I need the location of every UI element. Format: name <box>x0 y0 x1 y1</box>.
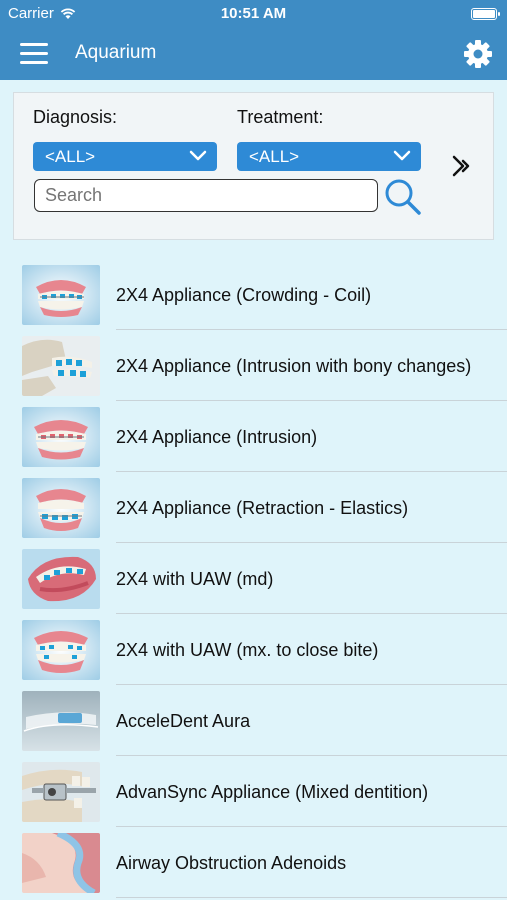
status-time: 10:51 AM <box>220 5 287 22</box>
search-input[interactable] <box>34 179 378 212</box>
status-bar: Carrier 10:51 AM <box>0 0 507 28</box>
chevron-down-icon <box>189 150 207 161</box>
list-item[interactable]: 2X4 Appliance (Intrusion with bony chang… <box>22 330 507 401</box>
nav-bar: Aquarium <box>0 28 507 80</box>
airway-thumbnail <box>22 833 100 893</box>
list-item[interactable]: 2X4 with UAW (md) <box>22 543 507 614</box>
treatment-dropdown[interactable]: <ALL> <box>237 142 421 171</box>
list-item-label: 2X4 with UAW (mx. to close bite) <box>116 639 379 660</box>
page-title: Aquarium <box>75 42 157 63</box>
list-item-label: 2X4 with UAW (md) <box>116 568 274 589</box>
treatment-label: Treatment: <box>237 107 324 127</box>
treatment-value: <ALL> <box>249 147 300 166</box>
divider <box>116 897 507 898</box>
list-item-label: 2X4 Appliance (Retraction - Elastics) <box>116 497 409 518</box>
list-item[interactable]: 2X4 Appliance (Retraction - Elastics) <box>22 472 507 543</box>
teeth-braces-thumbnail <box>22 478 100 538</box>
teeth-braces-thumbnail <box>22 407 100 467</box>
hamburger-menu-icon[interactable] <box>20 41 48 67</box>
list-item-label: AcceleDent Aura <box>116 710 251 731</box>
list-item[interactable]: AdvanSync Appliance (Mixed dentition) <box>22 756 507 827</box>
device-thumbnail <box>22 691 100 751</box>
open-mouth-thumbnail <box>22 549 100 609</box>
list-item[interactable]: AcceleDent Aura <box>22 685 507 756</box>
skull-braces-thumbnail <box>22 336 100 396</box>
treatment-list: 2X4 Appliance (Crowding - Coil) 2X4 Appl… <box>22 259 507 898</box>
appliance-hardware-thumbnail <box>22 762 100 822</box>
chevron-down-icon <box>393 150 411 161</box>
list-item[interactable]: 2X4 Appliance (Crowding - Coil) <box>22 259 507 330</box>
list-item-label: 2X4 Appliance (Intrusion) <box>116 426 318 447</box>
list-item[interactable]: 2X4 Appliance (Intrusion) <box>22 401 507 472</box>
list-item[interactable]: Airway Obstruction Adenoids <box>22 827 507 898</box>
list-item[interactable]: 2X4 with UAW (mx. to close bite) <box>22 614 507 685</box>
battery-icon <box>471 8 500 20</box>
diagnosis-dropdown[interactable]: <ALL> <box>33 142 217 171</box>
diagnosis-value: <ALL> <box>45 147 96 166</box>
list-item-label: 2X4 Appliance (Crowding - Coil) <box>116 284 372 305</box>
double-chevron-right-icon[interactable] <box>450 153 478 179</box>
search-icon[interactable] <box>383 177 423 217</box>
list-item-label: AdvanSync Appliance (Mixed dentition) <box>116 781 429 802</box>
diagnosis-label: Diagnosis: <box>33 107 118 127</box>
teeth-braces-thumbnail <box>22 620 100 680</box>
list-item-label: 2X4 Appliance (Intrusion with bony chang… <box>116 355 472 376</box>
gear-icon[interactable] <box>463 39 493 69</box>
filter-panel: Diagnosis: Treatment: <ALL> <ALL> <box>13 92 494 240</box>
teeth-braces-thumbnail <box>22 265 100 325</box>
list-item-label: Airway Obstruction Adenoids <box>116 852 347 873</box>
